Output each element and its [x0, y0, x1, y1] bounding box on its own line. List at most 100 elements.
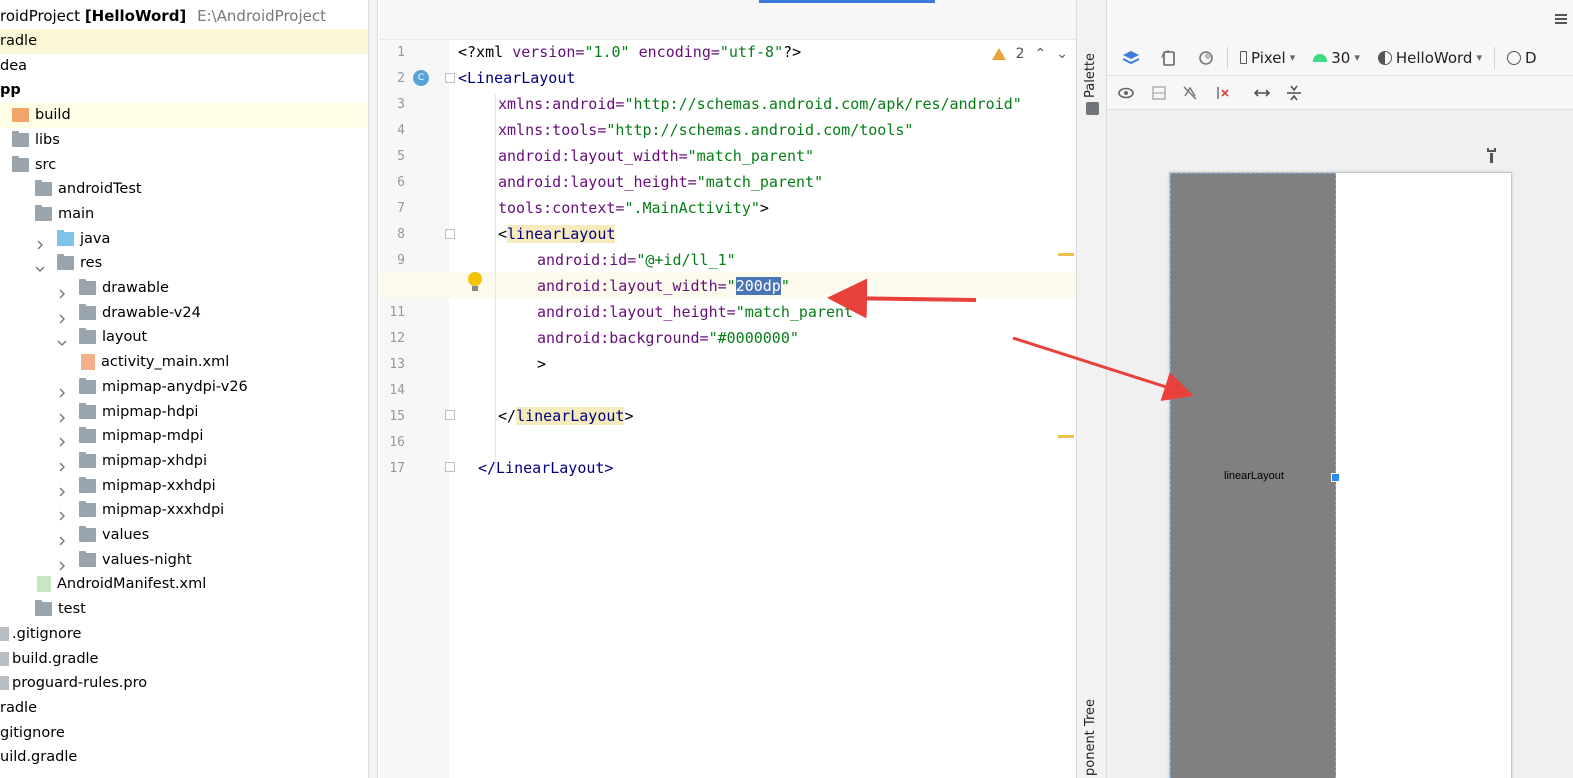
locale-selector[interactable]: D: [1501, 45, 1543, 71]
tree-item[interactable]: mipmap-anydpi-v26: [0, 375, 368, 400]
tree-item[interactable]: libs: [0, 128, 368, 153]
project-path: E:\AndroidProject: [197, 7, 326, 25]
code-line-15: </linearLayout>: [498, 407, 634, 425]
inspection-widget[interactable]: 2 ⌃ ⌄: [991, 46, 1068, 62]
lightbulb-icon[interactable]: [468, 272, 482, 286]
project-header[interactable]: roidProject [HelloWord] E:\AndroidProjec…: [0, 4, 326, 28]
chevron-up-icon[interactable]: ⌃: [1035, 46, 1047, 62]
line-number: 12: [389, 331, 405, 346]
chevron-right-icon[interactable]: [35, 234, 45, 250]
line-number: 1: [397, 45, 405, 60]
tree-item[interactable]: res: [0, 251, 368, 276]
fold-marker[interactable]: [445, 410, 455, 420]
error-stripe-mark[interactable]: [1058, 435, 1074, 438]
line-number: 5: [397, 149, 405, 164]
tree-item[interactable]: radle: [0, 696, 368, 721]
folder-icon: [57, 229, 74, 246]
orientation-icon[interactable]: [1153, 45, 1185, 71]
tree-item[interactable]: proguard-rules.pro: [0, 671, 368, 696]
tree-item[interactable]: activity_main.xml: [0, 350, 368, 375]
tree-item[interactable]: build.gradle: [0, 647, 368, 672]
chevron-down-icon: ▾: [1354, 51, 1360, 64]
autoconnect-off-icon[interactable]: [1181, 84, 1199, 102]
clear-constraints-icon[interactable]: [1213, 84, 1231, 102]
tree-item[interactable]: src: [0, 153, 368, 178]
chevron-down-icon[interactable]: [57, 332, 67, 347]
tree-item[interactable]: radle: [0, 29, 368, 54]
tree-item[interactable]: mipmap-mdpi: [0, 424, 368, 449]
theme-selector[interactable]: HelloWord ▾: [1372, 45, 1488, 71]
api-selector[interactable]: 30 ▾: [1307, 45, 1366, 71]
wrench-icon[interactable]: [1484, 146, 1502, 164]
tree-item[interactable]: androidTest: [0, 177, 368, 202]
chevron-right-icon[interactable]: [57, 530, 67, 546]
chevron-right-icon[interactable]: [57, 456, 67, 472]
device-selector[interactable]: Pixel ▾: [1234, 45, 1301, 71]
menu-icon[interactable]: [1555, 14, 1567, 16]
chevron-down-icon[interactable]: ⌄: [1056, 46, 1068, 62]
tree-item[interactable]: mipmap-xhdpi: [0, 449, 368, 474]
margins-icon[interactable]: [1150, 84, 1168, 102]
tree-item[interactable]: values-night: [0, 548, 368, 573]
fold-marker[interactable]: [445, 229, 455, 239]
linear-layout-preview[interactable]: linearLayout: [1170, 173, 1336, 778]
tree-item[interactable]: layout: [0, 325, 368, 350]
expand-vertical-icon[interactable]: [1285, 84, 1303, 102]
resize-handle[interactable]: [1331, 473, 1340, 482]
fold-marker[interactable]: [445, 73, 455, 83]
tree-item[interactable]: values: [0, 523, 368, 548]
line-number: 3: [397, 97, 405, 112]
folder-icon: [79, 402, 96, 419]
tree-item-label: mipmap-xxhdpi: [102, 477, 216, 494]
tree-item-label: mipmap-mdpi: [102, 428, 204, 445]
android-icon: [1313, 53, 1328, 62]
indent-guide: [495, 250, 496, 376]
layers-icon[interactable]: [1115, 45, 1147, 71]
code-editor[interactable]: 1234567891011121314151617 2 ⌃ ⌄ <?xml ve…: [379, 0, 1076, 778]
tree-item-label: radle: [0, 33, 38, 49]
tree-item[interactable]: mipmap-xxxhdpi: [0, 498, 368, 523]
tree-item[interactable]: mipmap-xxhdpi: [0, 474, 368, 499]
tree-item[interactable]: build: [0, 103, 368, 128]
panel-divider[interactable]: [368, 0, 378, 778]
tree-item[interactable]: dea: [0, 54, 368, 79]
error-stripe-mark[interactable]: [1058, 253, 1074, 256]
component-tree-tab[interactable]: ponent Tree: [1083, 699, 1098, 776]
palette-tab[interactable]: Palette: [1083, 53, 1098, 98]
tree-item[interactable]: drawable-v24: [0, 301, 368, 326]
line-number: 11: [389, 305, 405, 320]
chevron-right-icon[interactable]: [57, 481, 67, 497]
tree-item[interactable]: .gitignore: [0, 622, 368, 647]
tree-item[interactable]: main: [0, 202, 368, 227]
chevron-right-icon[interactable]: [57, 431, 67, 447]
expand-horizontal-icon[interactable]: [1253, 84, 1271, 102]
device-preview[interactable]: linearLayout: [1169, 172, 1512, 778]
tree-item[interactable]: uild.gradle: [0, 745, 368, 770]
tree-item[interactable]: test: [0, 597, 368, 622]
tree-item[interactable]: pp: [0, 78, 368, 103]
code-line-6: android:layout_height="match_parent": [498, 173, 824, 191]
chevron-right-icon[interactable]: [57, 283, 67, 299]
globe-icon: [1506, 50, 1521, 65]
code-line-7: tools:context=".MainActivity">: [498, 199, 769, 217]
design-surface[interactable]: Pixel ▾ 30 ▾ HelloWord ▾ D linearLayout: [1107, 0, 1573, 778]
chevron-down-icon[interactable]: [35, 258, 45, 273]
tree-item-label: activity_main.xml: [101, 354, 230, 371]
tree-item[interactable]: drawable: [0, 276, 368, 301]
tree-item[interactable]: java: [0, 227, 368, 252]
class-gutter-icon[interactable]: C: [413, 70, 429, 86]
fold-marker[interactable]: [445, 462, 455, 472]
chevron-right-icon[interactable]: [57, 505, 67, 521]
night-mode-icon[interactable]: [1191, 45, 1221, 71]
eye-icon[interactable]: [1117, 84, 1135, 102]
tree-item[interactable]: AndroidManifest.xml: [0, 572, 368, 597]
tree-item-label: layout: [102, 329, 148, 346]
chevron-right-icon[interactable]: [57, 407, 67, 422]
layout-label: linearLayout: [1224, 470, 1284, 482]
tree-item-label: gitignore: [0, 724, 65, 741]
tree-item[interactable]: mipmap-hdpi: [0, 400, 368, 425]
chevron-right-icon[interactable]: [57, 308, 67, 324]
chevron-right-icon[interactable]: [57, 382, 67, 398]
tree-item[interactable]: gitignore: [0, 721, 368, 746]
chevron-right-icon[interactable]: [57, 555, 67, 571]
